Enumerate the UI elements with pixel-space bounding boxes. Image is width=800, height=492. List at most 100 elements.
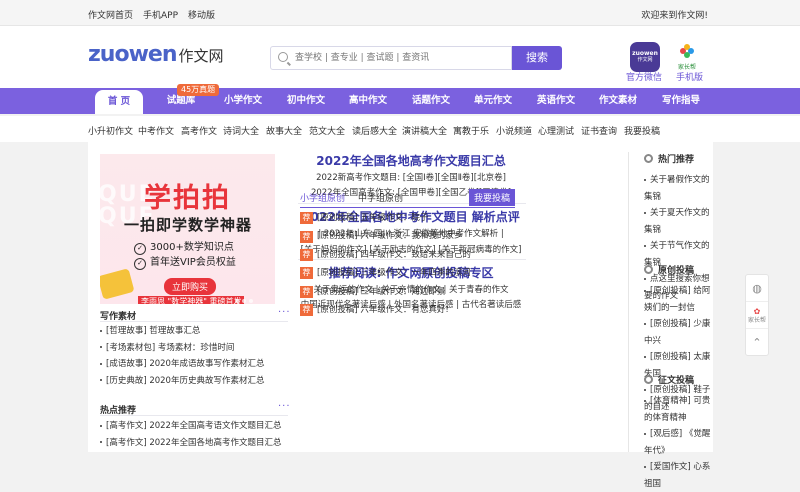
floating-toolbar: ◍ ✿ 家长帮 ⌃ bbox=[745, 274, 769, 356]
list-item[interactable]: [高考作文] 2022年全国高考语文作文题目汇总 bbox=[100, 418, 281, 435]
list-item[interactable]: 关于暑假作文的集锦 bbox=[644, 172, 713, 205]
top-link-mobile[interactable]: 移动版 bbox=[188, 8, 215, 21]
banner-point: 首年送VIP会员权益 bbox=[134, 255, 236, 270]
ad-banner[interactable]: QUEQUE 学拍拍 一拍即学数学神器 3000+数学知识点 首年送VIP会员权… bbox=[100, 154, 275, 304]
nav-primary[interactable]: 小学作文 bbox=[212, 88, 274, 114]
recommend-tag: 荐 bbox=[300, 212, 313, 225]
top-link-app[interactable]: 手机APP bbox=[143, 8, 178, 21]
buy-button[interactable]: 立即购买 bbox=[164, 278, 217, 295]
nav-topic[interactable]: 话题作文 bbox=[400, 88, 462, 114]
search-box bbox=[270, 46, 512, 70]
search-input[interactable] bbox=[295, 50, 495, 66]
list-item[interactable]: [体育精神] 可贵的体育精神 bbox=[644, 393, 713, 426]
original-title: 原创投稿 bbox=[644, 263, 694, 276]
list-item[interactable]: 荐 [原创投稿] 四年级作文：致给未来自己的 bbox=[300, 246, 471, 264]
subnav-item[interactable]: 中考作文 bbox=[138, 124, 174, 137]
subnav-item[interactable]: 小说频道 bbox=[496, 124, 532, 137]
list-item[interactable]: [原创投稿] 给阿姨们的一封信 bbox=[644, 283, 713, 316]
app-icon[interactable]: ✿ 家长帮 bbox=[746, 302, 768, 329]
list-item[interactable]: [成语故事] 2020年成语故事写作素材汇总 bbox=[100, 356, 264, 373]
list-item[interactable]: 荐 [原创投稿] 六年级作文：有您真好! bbox=[300, 301, 471, 319]
list-item[interactable]: [观后感] 《觉醒年代》 bbox=[644, 426, 713, 459]
subnav-item[interactable]: 演讲稿大全 bbox=[402, 124, 447, 137]
subnav-item[interactable]: 高考作文 bbox=[181, 124, 217, 137]
list-item[interactable]: 关于夏天作文的集锦 bbox=[644, 205, 713, 238]
subnav-item[interactable]: 故事大全 bbox=[266, 124, 302, 137]
recommend-tag: 荐 bbox=[300, 249, 313, 262]
site-logo[interactable]: zuowen 作文网 bbox=[88, 44, 224, 66]
app-logo-icon bbox=[680, 44, 694, 58]
logo-cn: 作文网 bbox=[178, 47, 224, 65]
gaokao-line-1[interactable]: 2022新高考作文题目: [全国Ⅰ卷][全国Ⅱ卷][北京卷] bbox=[296, 171, 526, 185]
banner-tag: 李雨恩 "数学神器" 重磅首发 bbox=[138, 296, 245, 304]
subnav-item[interactable]: 诗词大全 bbox=[223, 124, 259, 137]
device-image bbox=[100, 268, 135, 300]
nav-unit[interactable]: 单元作文 bbox=[462, 88, 524, 114]
welcome-text: 欢迎来到作文网! bbox=[641, 11, 708, 21]
carousel-dots[interactable] bbox=[235, 299, 253, 303]
nav-junior[interactable]: 初中作文 bbox=[275, 88, 337, 114]
more-icon[interactable]: ··· bbox=[278, 401, 291, 412]
mobile-label[interactable]: 手机版 bbox=[676, 70, 703, 83]
section-title: 原创投稿 bbox=[658, 266, 695, 276]
top-link-home[interactable]: 作文网首页 bbox=[88, 8, 133, 21]
app-icon-label: 家长帮 bbox=[747, 317, 766, 324]
more-icon[interactable]: ··· bbox=[278, 307, 291, 318]
submit-button[interactable]: 我要投稿 bbox=[468, 189, 515, 206]
list-item[interactable]: 荐 [原创投稿] 三年级作文：海边即景 bbox=[300, 283, 471, 301]
section-title: 热门推荐 bbox=[658, 155, 695, 165]
subnav-item[interactable]: 读后感大全 bbox=[352, 124, 397, 137]
list-item[interactable]: 荐 [原创投稿] 三年级作文：一年四季的滨河 bbox=[300, 264, 471, 282]
column-divider bbox=[628, 152, 629, 452]
hot-recommend-right-title: 热门推荐 bbox=[644, 152, 694, 165]
subnav-item[interactable]: 小升初作文 bbox=[88, 124, 133, 137]
nav-guide[interactable]: 写作指导 bbox=[650, 88, 712, 114]
topbar: 作文网首页 手机APP 移动版 欢迎来到作文网! bbox=[0, 0, 800, 26]
recommend-tag: 荐 bbox=[300, 304, 313, 317]
list-item[interactable]: [高考作文] 2022年全国各地高考作文题目汇总 bbox=[100, 435, 281, 452]
tougao-list: 荐 [原创投稿] 五年级作文：院子 荐 [原创投稿] 六年级作文：我和我的家乡 荐 [… bbox=[300, 209, 471, 319]
wechat-icon[interactable]: ◍ bbox=[746, 275, 768, 302]
subnav-item[interactable]: 心理测试 bbox=[538, 124, 574, 137]
list-item-text: [原创投稿] 四年级作文：致给未来自己的 bbox=[317, 249, 471, 260]
tab-middle-original[interactable]: 中学组原创 bbox=[358, 191, 403, 204]
recommend-tag: 荐 bbox=[300, 285, 313, 298]
gaokao-headline[interactable]: 2022年全国各地高考作文题目汇总 bbox=[296, 152, 526, 169]
main-nav: 首 页 试题库 小学作文 初中作文 高中作文 话题作文 单元作文 英语作文 作文… bbox=[0, 88, 800, 114]
search-icon bbox=[278, 52, 288, 62]
list-item[interactable]: [哲理故事] 哲理故事汇总 bbox=[100, 323, 264, 340]
essay-title: 征文投稿 bbox=[644, 373, 694, 386]
tiku-badge: 45万真题 bbox=[177, 84, 220, 96]
banner-title: 学拍拍 bbox=[144, 183, 231, 214]
app-icon-text: zuowen bbox=[632, 50, 658, 57]
back-top-icon[interactable]: ⌃ bbox=[746, 329, 768, 356]
divider bbox=[100, 415, 288, 416]
list-item[interactable]: [原创投稿] 少康中兴 bbox=[644, 316, 713, 349]
list-item[interactable]: 荐 [原创投稿] 五年级作文：院子 bbox=[300, 209, 471, 227]
nav-senior[interactable]: 高中作文 bbox=[337, 88, 399, 114]
subnav-item[interactable]: 我要投稿 bbox=[624, 124, 660, 137]
hot-recommend-list: [高考作文] 2022年全国高考语文作文题目汇总 [高考作文] 2022年全国各… bbox=[100, 418, 281, 451]
wechat-label[interactable]: 官方微信 bbox=[626, 70, 662, 83]
list-item[interactable]: [爱国作文] 心系祖国 bbox=[644, 459, 713, 492]
tab-primary-original[interactable]: 小学组原创 bbox=[300, 191, 345, 204]
recommend-tag: 荐 bbox=[300, 267, 313, 280]
subnav-item[interactable]: 范文大全 bbox=[309, 124, 345, 137]
mobile-app-icon[interactable]: 家长帮 bbox=[672, 42, 702, 72]
list-item[interactable]: [考场素材包] 考场素材：珍惜时间 bbox=[100, 340, 264, 357]
app-icon-cn: 作文网 bbox=[637, 57, 653, 63]
list-item[interactable]: [历史典故] 2020年历史典故写作素材汇总 bbox=[100, 373, 264, 390]
divider bbox=[100, 321, 288, 322]
list-item-text: [原创投稿] 三年级作文：一年四季的滨河 bbox=[317, 268, 471, 279]
nav-home[interactable]: 首 页 bbox=[95, 90, 143, 114]
logo-word: zuowen bbox=[88, 42, 177, 67]
list-item[interactable]: 荐 [原创投稿] 六年级作文：我和我的家乡 bbox=[300, 227, 471, 245]
search-button[interactable]: 搜索 bbox=[512, 46, 562, 70]
subnav-item[interactable]: 证书查询 bbox=[581, 124, 617, 137]
wechat-qr-icon[interactable]: zuowen 作文网 bbox=[630, 42, 660, 72]
nav-english[interactable]: 英语作文 bbox=[525, 88, 587, 114]
subnav-item[interactable]: 寓教于乐 bbox=[453, 124, 489, 137]
nav-material[interactable]: 作文素材 bbox=[587, 88, 649, 114]
section-title: 征文投稿 bbox=[658, 376, 695, 386]
recommend-tag: 荐 bbox=[300, 230, 313, 243]
